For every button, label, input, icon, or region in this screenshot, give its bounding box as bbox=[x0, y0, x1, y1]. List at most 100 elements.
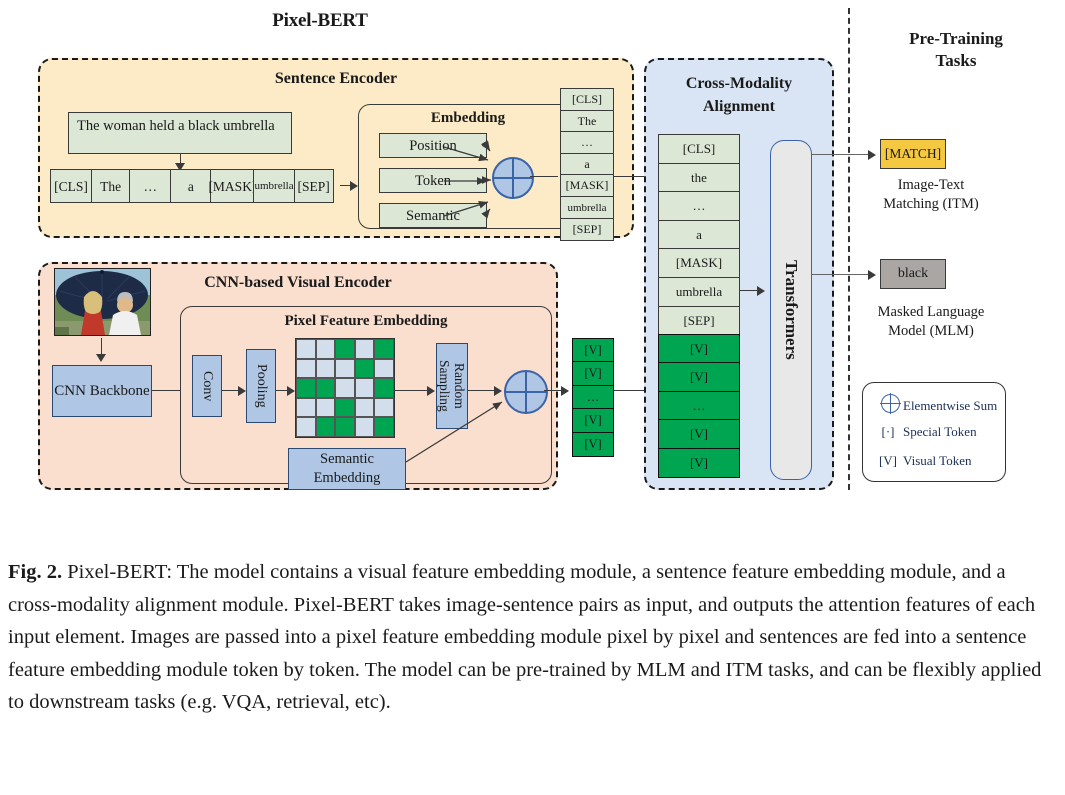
visual-token-cell: [V] bbox=[572, 408, 614, 434]
feature-map-cell bbox=[354, 397, 375, 418]
feature-map-cell bbox=[374, 397, 394, 418]
input-token: [MASK] bbox=[208, 169, 256, 203]
input-image-svg bbox=[55, 269, 150, 335]
special-token-icon: [·] bbox=[881, 424, 895, 439]
figure-main-title: Pixel-BERT bbox=[272, 10, 368, 31]
cross-modality-token-cell: … bbox=[658, 390, 740, 421]
cross-modality-token-cell: [V] bbox=[658, 447, 740, 478]
feature-map-cell bbox=[315, 417, 336, 437]
feature-map-cell bbox=[335, 358, 355, 379]
text-token-column: [CLS] The … a [MASK] umbrella [SEP] bbox=[560, 88, 614, 241]
input-token-row: [CLS] The … a [MASK] umbrella [SEP] bbox=[50, 169, 334, 203]
pixel-feature-embedding-title: Pixel Feature Embedding bbox=[284, 313, 448, 329]
cma-to-transformers-arrowhead bbox=[757, 286, 765, 296]
cross-modality-token-cell: [V] bbox=[658, 362, 740, 393]
legend-row-special-token: [·] Special Token bbox=[873, 424, 977, 440]
semantic-embedding-box: Semantic Embedding bbox=[288, 448, 406, 490]
feature-map-cell bbox=[335, 378, 355, 398]
text-token-cell: [MASK] bbox=[560, 174, 614, 198]
conv-label: Conv bbox=[200, 370, 215, 402]
feature-map-cell bbox=[315, 339, 336, 359]
legend-row-elementwise-sum: Elementwise Sum bbox=[873, 393, 998, 417]
cross-modality-token-cell: [MASK] bbox=[658, 248, 740, 279]
transformers-to-mlm-line bbox=[812, 274, 874, 276]
conv-box: Conv bbox=[192, 355, 222, 417]
text-token-cell: [SEP] bbox=[560, 217, 614, 241]
text-token-cell: a bbox=[560, 152, 614, 176]
visual-token-cell: … bbox=[572, 384, 614, 410]
transformers-to-mlm-arrowhead bbox=[868, 270, 876, 280]
feature-map-cell bbox=[335, 397, 355, 418]
feature-map-cell bbox=[296, 417, 316, 437]
text-token-cell: … bbox=[560, 131, 614, 155]
text-token-cell: The bbox=[560, 109, 614, 133]
input-token: [SEP] bbox=[293, 169, 334, 203]
cross-modality-token-cell: umbrella bbox=[658, 277, 740, 308]
itm-caption: Image-Text Matching (ITM) bbox=[883, 177, 979, 212]
photo-to-backbone-arrowhead bbox=[96, 354, 106, 362]
conv-to-pooling-arrowhead bbox=[238, 386, 246, 396]
mlm-prediction-box: black bbox=[880, 259, 946, 289]
cross-modality-sequence-column: [CLS] the… a [MASK] umbrella [SEP] [V] [V]… [V][… bbox=[658, 134, 740, 478]
sum-circle-icon bbox=[873, 393, 903, 417]
feature-map-cell bbox=[315, 397, 336, 418]
feature-map-cell bbox=[374, 358, 394, 379]
feature-map-cell bbox=[374, 378, 394, 398]
input-token: a bbox=[169, 169, 212, 203]
feature-map-cell bbox=[296, 378, 316, 398]
transformers-to-match-arrowhead bbox=[868, 150, 876, 160]
feature-map-cell bbox=[354, 358, 375, 379]
cross-modality-title: Cross-Modality Alignment bbox=[685, 75, 793, 115]
cross-modality-token-cell: the bbox=[658, 162, 740, 193]
legend-row-visual-token: [V] Visual Token bbox=[873, 453, 972, 469]
legend-label: Special Token bbox=[903, 424, 977, 439]
feature-map-cell bbox=[374, 417, 394, 437]
cross-modality-token-cell: … bbox=[658, 191, 740, 222]
pretraining-separator bbox=[848, 8, 850, 490]
visual-token-cell: [V] bbox=[572, 338, 614, 363]
feature-map-cell bbox=[374, 339, 394, 359]
legend-box: Elementwise Sum [·] Special Token [V] Vi… bbox=[862, 382, 1006, 482]
visual-token-cell: [V] bbox=[572, 361, 614, 387]
legend-label: Elementwise Sum bbox=[903, 397, 998, 413]
input-token: umbrella bbox=[253, 169, 296, 203]
text-token-cell: umbrella bbox=[560, 196, 614, 220]
caption-text: Pixel-BERT: The model contains a visual … bbox=[8, 561, 1042, 713]
elementwise-sum-circle-text bbox=[492, 157, 534, 199]
sentence-encoder-title: Sentence Encoder bbox=[274, 70, 398, 87]
input-image-thumbnail bbox=[54, 268, 151, 336]
visual-token-cell: [V] bbox=[572, 431, 614, 457]
cross-modality-token-cell: [V] bbox=[658, 419, 740, 450]
figure-caption: Fig. 2. Pixel-BERT: The model contains a… bbox=[8, 556, 1054, 719]
cross-modality-token-cell: a bbox=[658, 219, 740, 250]
feature-map-cell bbox=[296, 397, 316, 418]
pooling-label: Pooling bbox=[254, 364, 269, 408]
input-sentence-box: The woman held a black umbrella bbox=[68, 112, 292, 154]
cnn-backbone-box: CNN Backbone bbox=[52, 365, 152, 417]
transformers-box: Transformers bbox=[770, 140, 812, 480]
legend-label: Visual Token bbox=[903, 453, 972, 468]
text-token-cell: [CLS] bbox=[560, 88, 614, 111]
feature-map-cell bbox=[354, 339, 375, 359]
elementwise-sum-circle-visual bbox=[504, 370, 548, 414]
feature-map-grid bbox=[295, 338, 395, 438]
feature-map-cell bbox=[354, 378, 375, 398]
feature-map-cell bbox=[315, 378, 336, 398]
caption-label: Fig. 2. bbox=[8, 561, 63, 583]
pretraining-tasks-title: Pre-Training Tasks bbox=[909, 29, 1003, 70]
feature-map-cell bbox=[354, 417, 375, 437]
transformers-label: Transformers bbox=[782, 260, 801, 360]
pooling-to-grid-arrowhead bbox=[287, 386, 295, 396]
feature-map-cell bbox=[335, 417, 355, 437]
input-token: … bbox=[129, 169, 172, 203]
cross-modality-token-cell: [CLS] bbox=[658, 134, 740, 164]
figure-diagram: Pixel-BERT Pre-Training Tasks Sentence En… bbox=[0, 0, 1065, 545]
feature-map-cell bbox=[296, 339, 316, 359]
input-token: The bbox=[90, 169, 131, 203]
visual-token-icon: [V] bbox=[878, 453, 898, 468]
tokens-to-embedding-arrowhead bbox=[350, 181, 358, 191]
visual-token-column: [V] [V] … [V] [V] bbox=[572, 338, 614, 457]
cross-modality-token-cell: [SEP] bbox=[658, 305, 740, 336]
mlm-caption: Masked Language Model (MLM) bbox=[877, 304, 985, 339]
cross-modality-token-cell: [V] bbox=[658, 334, 740, 365]
